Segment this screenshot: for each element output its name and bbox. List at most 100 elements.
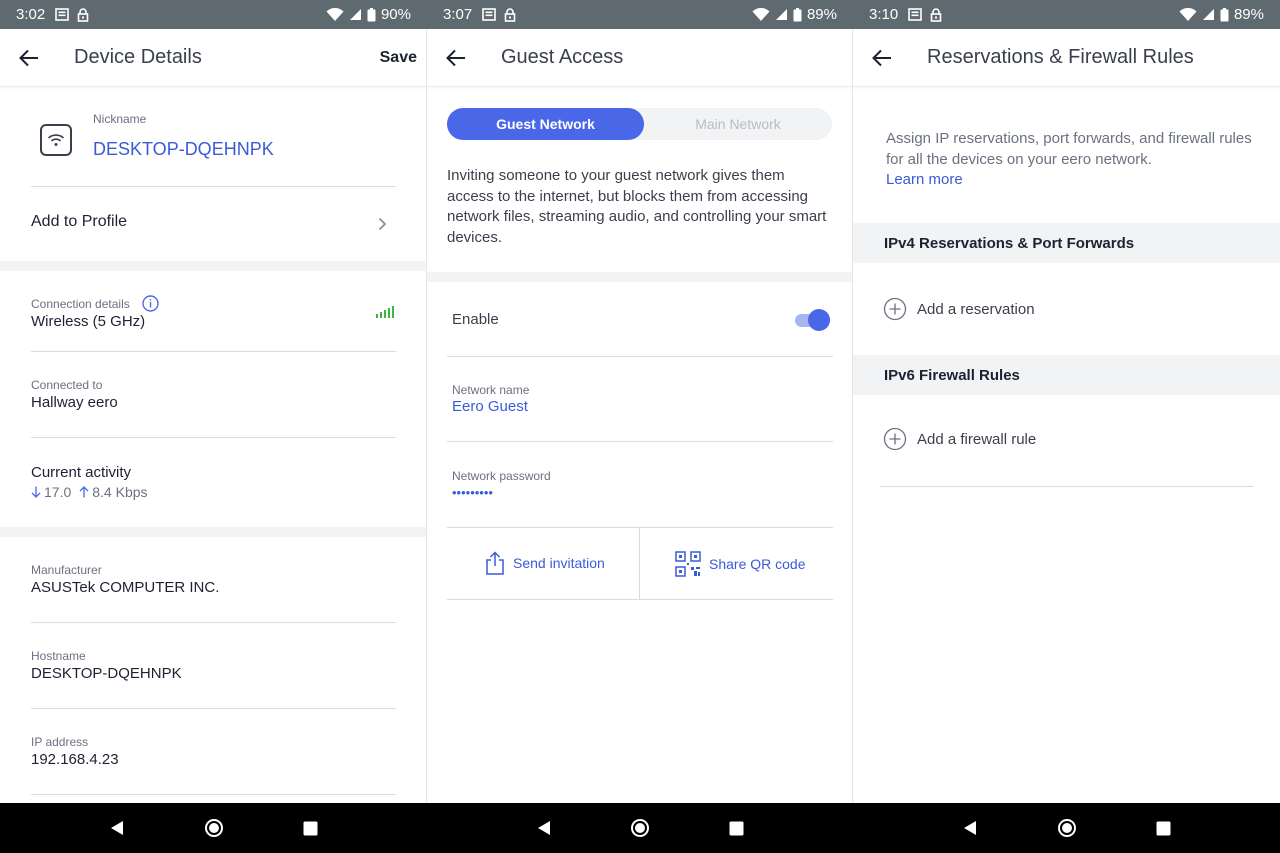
status-bar: 3:02 90% — [0, 0, 427, 29]
circle-home-icon — [631, 819, 649, 837]
send-invitation-button[interactable]: Send invitation — [485, 551, 605, 575]
enable-label: Enable — [452, 311, 499, 328]
nickname-value[interactable]: DESKTOP-DQEHNPK — [93, 139, 274, 160]
arrow-left-icon — [19, 49, 38, 66]
divider — [31, 622, 396, 623]
divider — [880, 486, 1253, 487]
add-to-profile-row[interactable]: Add to Profile — [0, 187, 427, 261]
app-header: Device Details Save — [0, 29, 427, 87]
network-name-value[interactable]: Eero Guest — [452, 398, 528, 415]
nav-bar — [0, 803, 427, 853]
intro-text: Assign IP reservations, port forwards, a… — [886, 129, 1256, 191]
arrow-up-icon — [79, 486, 89, 498]
add-firewall-rule-button[interactable]: Add a firewall rule — [883, 427, 1036, 451]
divider — [447, 599, 833, 600]
app-header: Guest Access — [427, 29, 853, 87]
lock-icon — [930, 7, 942, 22]
cell-signal-icon — [349, 8, 362, 21]
nav-home-button[interactable] — [194, 808, 234, 848]
ipv6-section-header: IPv6 Firewall Rules — [853, 355, 1280, 395]
action-divider — [639, 528, 640, 600]
cell-signal-icon — [775, 8, 788, 21]
battery-percent: 89% — [1233, 6, 1264, 23]
toggle-knob — [808, 309, 830, 331]
status-time: 3:10 — [869, 6, 899, 23]
tab-main-network[interactable]: Main Network — [644, 108, 832, 140]
divider — [31, 708, 396, 709]
lock-icon — [504, 7, 516, 22]
nav-home-button[interactable] — [1047, 808, 1087, 848]
connected-to-label: Connected to — [31, 378, 103, 392]
guest-description: Inviting someone to your guest network g… — [447, 167, 827, 246]
status-time: 3:02 — [16, 6, 46, 23]
nav-back-button[interactable] — [97, 808, 137, 848]
nav-recents-button[interactable] — [1143, 808, 1183, 848]
hostname-label: Hostname — [31, 649, 86, 663]
nav-home-button[interactable] — [620, 808, 660, 848]
nav-back-button[interactable] — [950, 808, 990, 848]
divider — [31, 794, 396, 795]
news-icon — [55, 8, 70, 21]
signal-strength-icon — [376, 306, 394, 318]
nav-back-button[interactable] — [524, 808, 564, 848]
intro-description: Assign IP reservations, port forwards, a… — [886, 130, 1252, 168]
battery-icon — [793, 7, 802, 22]
news-icon — [482, 8, 497, 21]
nav-bar — [427, 803, 853, 853]
battery-percent: 90% — [380, 6, 411, 23]
manufacturer-value: ASUSTek COMPUTER INC. — [31, 579, 220, 596]
nav-recents-button[interactable] — [717, 808, 757, 848]
device-details-screen: 3:02 90% Device Details Save Nickname DE… — [0, 0, 427, 853]
wifi-status-icon — [1179, 7, 1197, 22]
status-bar: 3:07 89% — [427, 0, 853, 29]
back-button[interactable] — [0, 29, 58, 87]
add-firewall-rule-label: Add a firewall rule — [917, 430, 1037, 448]
divider — [31, 437, 396, 438]
divider — [447, 356, 833, 357]
divider — [31, 351, 396, 352]
wifi-status-icon — [752, 7, 770, 22]
add-reservation-label: Add a reservation — [917, 300, 1035, 318]
connection-details-value: Wireless (5 GHz) — [31, 313, 146, 330]
nickname-label: Nickname — [93, 112, 147, 126]
upload-rate: 8.4 Kbps — [92, 484, 148, 500]
save-button[interactable]: Save — [380, 49, 417, 67]
triangle-back-icon — [110, 821, 123, 835]
square-recents-icon — [729, 821, 744, 835]
tab-guest-network[interactable]: Guest Network — [447, 108, 644, 140]
arrow-left-icon — [446, 49, 465, 66]
network-name-label: Network name — [452, 383, 530, 397]
back-button[interactable] — [853, 29, 911, 87]
wifi-status-icon — [326, 7, 344, 22]
lock-icon — [77, 7, 89, 22]
info-icon[interactable] — [142, 295, 159, 312]
connected-to-value: Hallway eero — [31, 394, 118, 411]
share-qr-code-button[interactable]: Share QR code — [675, 551, 806, 577]
network-password-value[interactable]: ••••••••• — [452, 485, 493, 500]
ipv4-section-header: IPv4 Reservations & Port Forwards — [853, 223, 1280, 263]
enable-toggle[interactable] — [795, 309, 831, 331]
circle-home-icon — [204, 819, 223, 837]
ip-address-value: 192.168.4.23 — [31, 751, 119, 768]
nav-bar — [853, 803, 1280, 853]
triangle-back-icon — [963, 821, 976, 835]
divider — [447, 527, 833, 528]
chevron-right-icon — [378, 217, 387, 231]
learn-more-link[interactable]: Learn more — [886, 171, 963, 188]
news-icon — [908, 8, 923, 21]
cell-signal-icon — [1202, 8, 1215, 21]
section-separator — [0, 527, 427, 537]
back-button[interactable] — [427, 29, 485, 87]
add-to-profile-label: Add to Profile — [31, 213, 128, 230]
ip-address-label: IP address — [31, 735, 89, 749]
add-reservation-button[interactable]: Add a reservation — [883, 297, 1035, 321]
app-header: Reservations & Firewall Rules — [853, 29, 1280, 87]
share-icon — [486, 551, 504, 575]
download-rate: 17.0 — [44, 484, 72, 500]
page-title: Reservations & Firewall Rules — [927, 46, 1194, 68]
circle-home-icon — [1057, 819, 1076, 837]
screens-container: 3:02 90% Device Details Save Nickname DE… — [0, 0, 1280, 853]
section-separator — [0, 261, 427, 271]
nav-recents-button[interactable] — [290, 808, 330, 848]
manufacturer-label: Manufacturer — [31, 563, 102, 577]
